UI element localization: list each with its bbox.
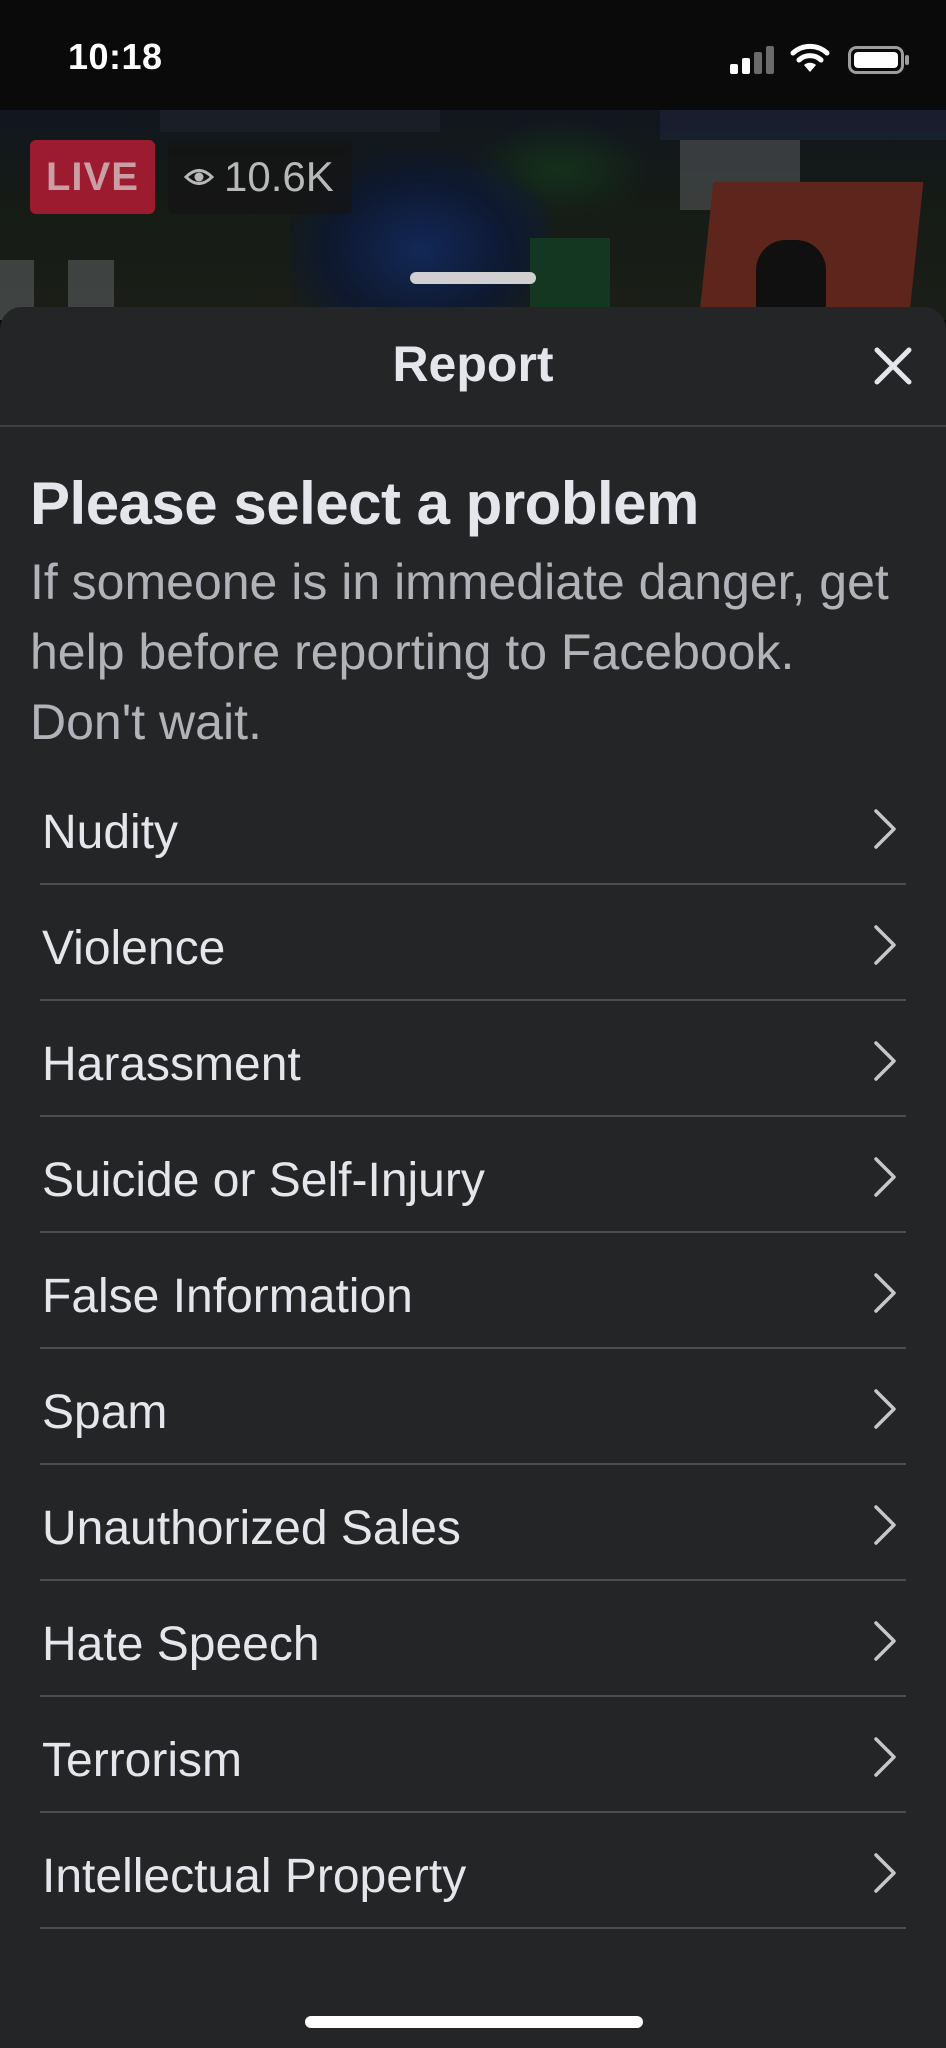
problem-item-nudity[interactable]: Nudity — [40, 769, 906, 885]
chevron-right-icon — [874, 1853, 896, 1893]
problem-label: Harassment — [42, 1038, 301, 1091]
problem-label: Unauthorized Sales — [42, 1502, 461, 1555]
chevron-right-icon — [874, 925, 896, 965]
danger-notice: If someone is in immediate danger, get h… — [30, 554, 889, 750]
problem-list: Nudity Violence Harassment Suicide or Se… — [40, 769, 906, 1929]
problem-item-terrorism[interactable]: Terrorism — [40, 1697, 906, 1813]
problem-item-unauthorized-sales[interactable]: Unauthorized Sales — [40, 1465, 906, 1581]
status-time: 10:18 — [68, 36, 163, 77]
sheet-grabber[interactable] — [410, 272, 536, 284]
battery-icon — [848, 46, 909, 74]
problem-label: Nudity — [42, 806, 179, 859]
problem-item-hate-speech[interactable]: Hate Speech — [40, 1581, 906, 1697]
chevron-right-icon — [874, 1737, 896, 1777]
viewer-count-badge: 10.6K — [168, 140, 352, 214]
home-indicator[interactable] — [305, 2016, 643, 2028]
problem-heading: Please select a problem — [30, 470, 699, 537]
chevron-right-icon — [874, 809, 896, 849]
problem-label: Violence — [42, 922, 226, 975]
problem-label: Hate Speech — [42, 1618, 320, 1671]
problem-item-harassment[interactable]: Harassment — [40, 1001, 906, 1117]
signal-icon — [730, 46, 774, 74]
problem-label: Terrorism — [42, 1734, 242, 1787]
problem-label: False Information — [42, 1270, 413, 1323]
report-sheet: Report Please select a problem If someon… — [0, 307, 946, 2048]
problem-label: Suicide or Self-Injury — [42, 1154, 485, 1207]
problem-label: Spam — [42, 1386, 168, 1439]
problem-item-spam[interactable]: Spam — [40, 1349, 906, 1465]
close-icon[interactable] — [868, 341, 918, 391]
live-video: LIVE 10.6K — [0, 110, 946, 320]
problem-item-intellectual-property[interactable]: Intellectual Property — [40, 1813, 906, 1929]
sheet-header: Report — [0, 307, 946, 427]
chevron-right-icon — [874, 1041, 896, 1081]
problem-item-suicide-self-injury[interactable]: Suicide or Self-Injury — [40, 1117, 906, 1233]
chevron-right-icon — [874, 1157, 896, 1197]
problem-item-violence[interactable]: Violence — [40, 885, 906, 1001]
status-bar: 10:18 — [0, 0, 946, 110]
chevron-right-icon — [874, 1389, 896, 1429]
chevron-right-icon — [874, 1505, 896, 1545]
problem-label: Intellectual Property — [42, 1850, 467, 1903]
status-icons — [710, 42, 910, 76]
chevron-right-icon — [874, 1621, 896, 1661]
wifi-icon — [790, 43, 830, 72]
eye-icon — [184, 169, 214, 185]
screen: 10:18 LIVE 10.6K Report Please select a … — [0, 0, 946, 2048]
chevron-right-icon — [874, 1273, 896, 1313]
live-badge: LIVE — [30, 140, 155, 214]
problem-item-false-information[interactable]: False Information — [40, 1233, 906, 1349]
viewer-count: 10.6K — [224, 153, 334, 200]
sheet-title: Report — [392, 336, 554, 392]
